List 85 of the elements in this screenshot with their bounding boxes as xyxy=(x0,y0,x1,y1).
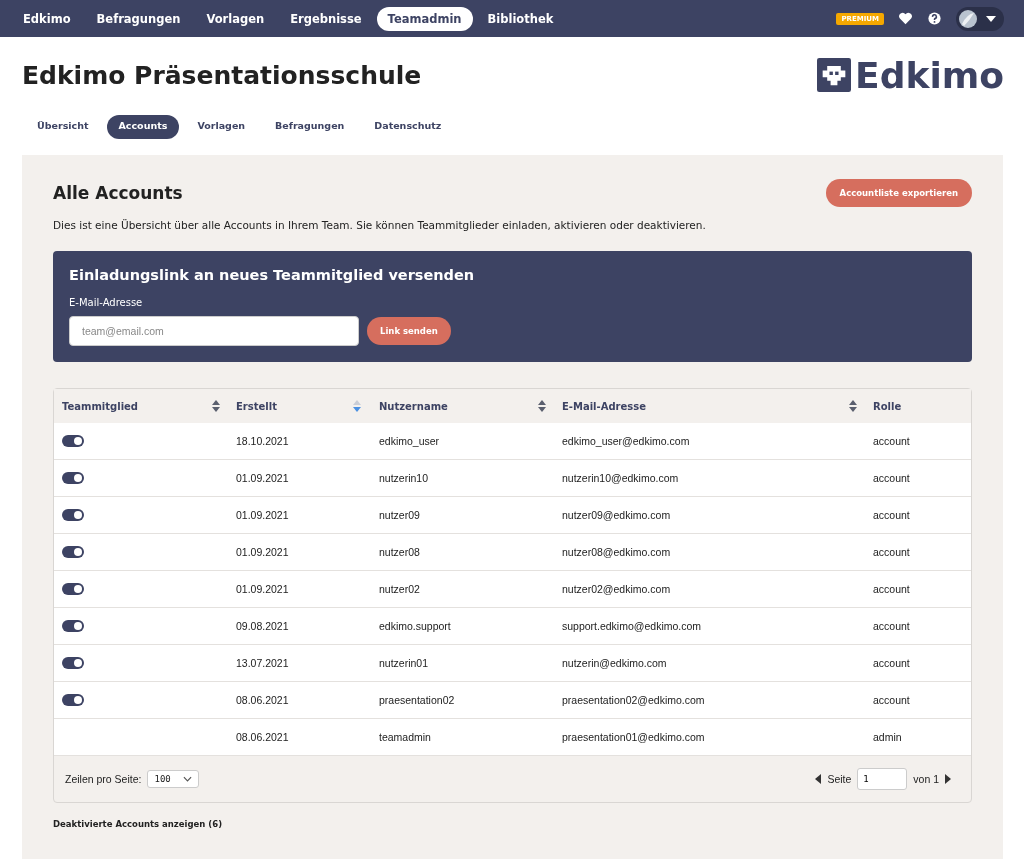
table-cell: account xyxy=(873,657,910,669)
toggle-switch[interactable] xyxy=(62,620,84,632)
tab[interactable]: Vorlagen xyxy=(185,115,258,139)
page-total: von 1 xyxy=(913,773,939,785)
table-cell: support.edkimo@edkimo.com xyxy=(562,620,702,632)
table-cell: nutzerin@edkimo.com xyxy=(562,657,667,669)
table-cell: nutzer09 xyxy=(379,509,420,521)
table-cell: admin xyxy=(873,731,902,743)
toggle-switch[interactable] xyxy=(62,435,84,447)
table-cell: edkimo_user@edkimo.com xyxy=(562,435,690,447)
caret-icon xyxy=(986,15,996,22)
column-header[interactable]: E-Mail-Adresse xyxy=(554,389,865,423)
nav-link[interactable]: Ergebnisse xyxy=(279,6,373,31)
table-cell: praesentation02 xyxy=(379,694,455,706)
heart-icon[interactable] xyxy=(898,11,913,26)
table-cell: edkimo_user xyxy=(379,435,440,447)
column-header[interactable]: Erstellt xyxy=(228,389,369,423)
table-cell: nutzer02@edkimo.com xyxy=(562,583,671,595)
table-cell: account xyxy=(873,620,910,632)
description-text: Dies ist eine Übersicht über alle Accounts in Ihrem Team. Sie können Teammitglieder einladen, aktivieren oder deaktivieren. xyxy=(53,219,707,231)
table-cell: account xyxy=(873,509,910,521)
table-cell: 09.08.2021 xyxy=(236,620,289,632)
toggle-switch[interactable] xyxy=(62,472,84,484)
rows-per-page-dropdown[interactable]: 100 xyxy=(147,770,199,788)
table-cell: nutzer08@edkimo.com xyxy=(562,546,671,558)
table-cell: account xyxy=(873,583,910,595)
tab[interactable]: Übersicht xyxy=(25,115,101,139)
table-cell: nutzerin10@edkimo.com xyxy=(562,472,679,484)
profile-menu-button[interactable] xyxy=(956,6,1004,31)
column-header[interactable]: Rolle xyxy=(865,389,971,423)
table-cell: 18.10.2021 xyxy=(236,435,289,447)
logo: Edkimo xyxy=(817,54,1004,96)
table-cell: edkimo.support xyxy=(379,620,451,632)
nav-link[interactable]: Vorlagen xyxy=(195,6,276,31)
table-cell: praesentation01@edkimo.com xyxy=(562,731,705,743)
table-cell: nutzerin10 xyxy=(379,472,429,484)
table-cell: account xyxy=(873,546,910,558)
invite-title: Einladungslink an neues Teammitglied versenden xyxy=(69,267,476,283)
sort-icon[interactable] xyxy=(353,400,361,412)
table-cell: nutzer02 xyxy=(379,583,420,595)
table-cell: praesentation02@edkimo.com xyxy=(562,694,705,706)
page-field[interactable]: 1 xyxy=(857,768,908,790)
chevron-down-icon xyxy=(182,776,192,782)
tab[interactable]: Datenschutz xyxy=(362,115,454,139)
toggle-switch[interactable] xyxy=(62,657,84,669)
column-header[interactable]: Nutzername xyxy=(369,389,554,423)
table-cell: 01.09.2021 xyxy=(236,509,289,521)
nav-link[interactable]: Befragungen xyxy=(85,6,192,31)
table-cell: 13.07.2021 xyxy=(236,657,289,669)
rows-per-page-label: Zeilen pro Seite: xyxy=(65,773,142,785)
column-header[interactable]: Teammitglied xyxy=(54,389,228,423)
table-cell: nutzer09@edkimo.com xyxy=(562,509,671,521)
nav-link[interactable]: Edkimo xyxy=(12,6,82,31)
table-cell: teamadmin xyxy=(379,731,431,743)
table-cell: 01.09.2021 xyxy=(236,546,289,558)
nav-link[interactable]: Bibliothek xyxy=(476,6,565,31)
toggle-switch[interactable] xyxy=(62,694,84,706)
page-title: Edkimo Präsentationsschule xyxy=(22,60,422,90)
deactivated-accounts-link[interactable]: Deaktivierte Accounts anzeigen (6) xyxy=(53,819,223,829)
page-label: Seite xyxy=(827,773,852,785)
toggle-switch[interactable] xyxy=(62,583,84,595)
sort-icon[interactable] xyxy=(212,400,220,412)
table-cell: account xyxy=(873,472,910,484)
table-cell: nutzer08 xyxy=(379,546,420,558)
toggle-switch[interactable] xyxy=(62,546,84,558)
previous-page-icon[interactable] xyxy=(815,774,822,784)
table-cell: nutzerin01 xyxy=(379,657,429,669)
table-cell: 08.06.2021 xyxy=(236,694,289,706)
help-icon[interactable] xyxy=(927,11,942,26)
field-label: E-Mail-Adresse xyxy=(69,297,144,308)
email-field[interactable]: team@email.com xyxy=(69,316,359,346)
tab[interactable]: Accounts xyxy=(106,115,180,139)
table-cell: 08.06.2021 xyxy=(236,731,289,743)
toggle-switch[interactable] xyxy=(62,509,84,521)
sort-icon[interactable] xyxy=(538,400,546,412)
section-title: Alle Accounts xyxy=(53,183,183,203)
table-cell: account xyxy=(873,694,910,706)
tab[interactable]: Befragungen xyxy=(263,115,357,139)
next-page-icon[interactable] xyxy=(945,774,951,784)
table-cell: 01.09.2021 xyxy=(236,472,289,484)
table-cell: 01.09.2021 xyxy=(236,583,289,595)
nav-link[interactable]: Teamadmin xyxy=(376,6,473,31)
sort-icon[interactable] xyxy=(849,400,857,412)
avatar-icon xyxy=(958,8,978,29)
table-cell: account xyxy=(873,435,910,447)
